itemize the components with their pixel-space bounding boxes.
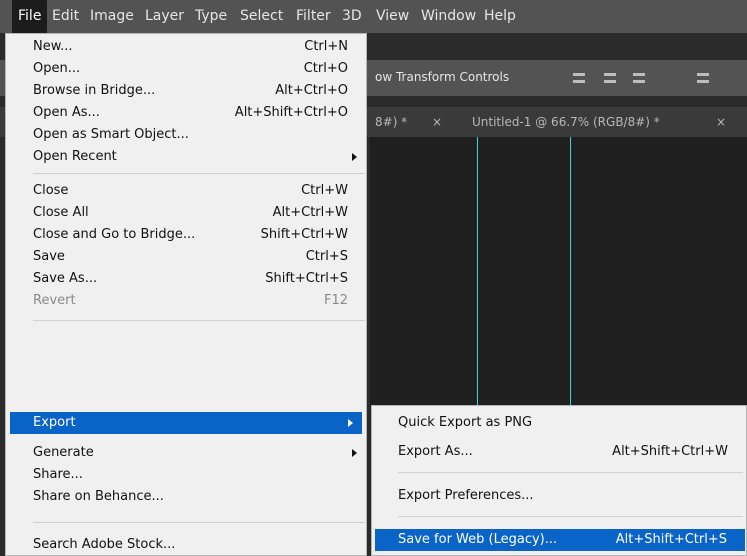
menu-item-share-on-behance[interactable]: Share on Behance... <box>6 486 366 508</box>
menu-bar: File Edit Image Layer Type Select Filter… <box>0 0 747 33</box>
tab-close-icon[interactable]: × <box>432 115 442 129</box>
align-left-icon[interactable] <box>573 73 585 83</box>
menu-item-revert[interactable]: Revert F12 <box>6 290 366 312</box>
menu-filter[interactable]: Filter <box>296 0 331 33</box>
menu-item-close-all[interactable]: Close All Alt+Ctrl+W <box>6 202 366 224</box>
file-menu: New... Ctrl+N Open... Ctrl+O Browse in B… <box>5 33 367 556</box>
align-right-icon[interactable] <box>633 73 645 83</box>
menu-item-close[interactable]: Close Ctrl+W <box>6 180 366 202</box>
align-center-icon[interactable] <box>604 73 616 83</box>
menu-item-open-as[interactable]: Open As... Alt+Shift+Ctrl+O <box>6 102 366 124</box>
menu-item-quick-export-png[interactable]: Quick Export as PNG <box>372 412 746 434</box>
tab-close-icon[interactable]: × <box>716 115 726 129</box>
menu-item-new[interactable]: New... Ctrl+N <box>6 36 366 58</box>
tab-untitled-1[interactable]: Untitled-1 @ 66.7% (RGB/8#) * <box>472 115 660 129</box>
menu-separator <box>398 472 743 473</box>
menu-item-export-as[interactable]: Export As... Alt+Shift+Ctrl+W <box>372 441 746 463</box>
menu-item-save-for-web-legacy[interactable]: Save for Web (Legacy)... Alt+Shift+Ctrl+… <box>375 529 745 551</box>
submenu-arrow-icon <box>352 449 357 457</box>
menu-layer[interactable]: Layer <box>145 0 184 33</box>
menu-window[interactable]: Window <box>421 0 476 33</box>
guide-line <box>570 137 571 407</box>
menu-item-open[interactable]: Open... Ctrl+O <box>6 58 366 80</box>
menu-item-open-as-smart-object[interactable]: Open as Smart Object... <box>6 124 366 146</box>
menu-separator <box>33 173 365 174</box>
menu-type[interactable]: Type <box>195 0 227 33</box>
menu-item-export[interactable]: Export <box>10 412 362 434</box>
tab-document-1[interactable]: 8#) * <box>375 115 407 129</box>
menu-item-browse-in-bridge[interactable]: Browse in Bridge... Alt+Ctrl+O <box>6 80 366 102</box>
menu-select[interactable]: Select <box>240 0 283 33</box>
menu-item-search-adobe-stock[interactable]: Search Adobe Stock... <box>6 534 366 556</box>
menu-item-close-and-go-to-bridge[interactable]: Close and Go to Bridge... Shift+Ctrl+W <box>6 224 366 246</box>
show-transform-controls-label[interactable]: ow Transform Controls <box>375 70 509 84</box>
export-submenu: Quick Export as PNG Export As... Alt+Shi… <box>371 405 747 556</box>
menu-separator <box>33 522 365 523</box>
document-canvas[interactable] <box>370 137 747 407</box>
submenu-arrow-icon <box>352 153 357 161</box>
menu-help[interactable]: Help <box>484 0 516 33</box>
menu-item-save[interactable]: Save Ctrl+S <box>6 246 366 268</box>
menu-edit[interactable]: Edit <box>52 0 79 33</box>
menu-view[interactable]: View <box>376 0 409 33</box>
menu-3d[interactable]: 3D <box>342 0 362 33</box>
menu-separator <box>33 320 365 321</box>
menu-item-export-preferences[interactable]: Export Preferences... <box>372 485 746 507</box>
guide-line <box>477 137 478 407</box>
menu-item-open-recent[interactable]: Open Recent <box>6 146 366 168</box>
align-top-icon[interactable] <box>697 73 709 83</box>
menu-item-save-as[interactable]: Save As... Shift+Ctrl+S <box>6 268 366 290</box>
submenu-arrow-icon <box>348 419 353 427</box>
menu-separator <box>398 516 743 517</box>
menu-file[interactable]: File <box>12 0 48 33</box>
menu-item-generate[interactable]: Generate <box>6 442 366 464</box>
menu-image[interactable]: Image <box>90 0 134 33</box>
menu-item-share[interactable]: Share... <box>6 464 366 486</box>
